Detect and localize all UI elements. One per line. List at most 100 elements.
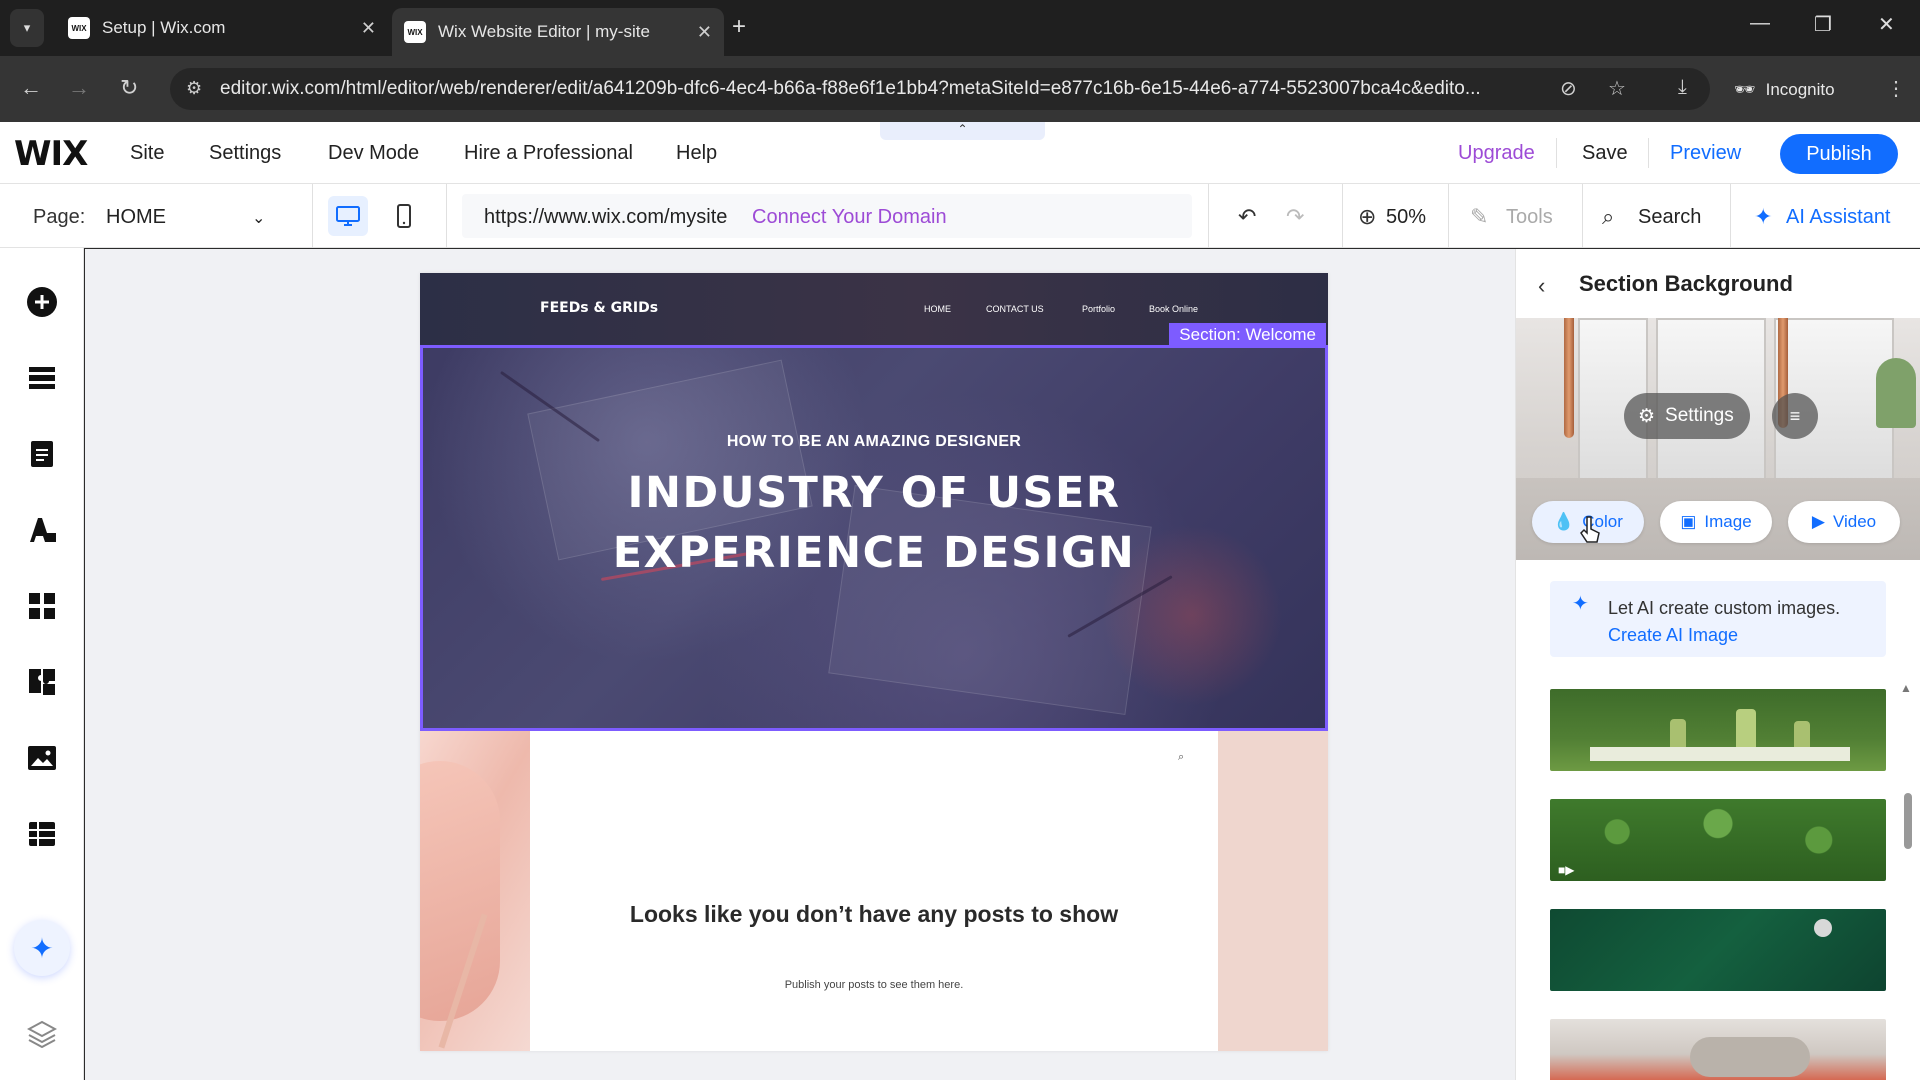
minimize-icon[interactable]: — — [1750, 12, 1770, 35]
more-vertical-icon[interactable]: ⋮ — [1886, 76, 1906, 101]
site-nav-home[interactable]: HOME — [924, 304, 951, 314]
ai-assistant-button[interactable]: AI Assistant — [1786, 206, 1891, 229]
publish-button[interactable]: Publish — [1780, 134, 1898, 174]
preview-button[interactable]: Preview — [1670, 142, 1741, 165]
image-icon: ▣ — [1680, 512, 1697, 531]
collapse-bar-chevron-up-icon[interactable]: ⌃ — [880, 122, 1045, 140]
site-nav-contact[interactable]: CONTACT US — [986, 304, 1044, 314]
section-selection-outline — [420, 345, 1328, 731]
incognito-badge[interactable]: 🕶 Incognito — [1720, 72, 1849, 108]
media-icon[interactable] — [22, 738, 62, 778]
browser-tab-editor[interactable]: WIX Wix Website Editor | my-site ✕ — [392, 8, 724, 56]
menu-site[interactable]: Site — [130, 142, 164, 165]
incognito-label: Incognito — [1765, 80, 1835, 99]
save-button[interactable]: Save — [1582, 142, 1628, 165]
blog-section[interactable]: ⌕ Looks like you don’t have any posts to… — [420, 731, 1328, 1051]
blog-empty-subtitle: Publish your posts to see them here. — [784, 979, 964, 991]
video-icon: ▶ — [1811, 512, 1825, 531]
business-apps-icon[interactable] — [22, 662, 62, 702]
close-window-icon[interactable]: ✕ — [1878, 12, 1895, 37]
section-background-panel: ‹ Section Background ⚙ Settings ≡ 💧 Colo… — [1515, 249, 1920, 1080]
back-chevron-icon[interactable]: ‹ — [1538, 273, 1545, 299]
sections-icon[interactable] — [22, 358, 62, 398]
star-icon[interactable]: ☆ — [1608, 76, 1626, 101]
decor-chair-image — [420, 731, 530, 1051]
undo-icon[interactable]: ↶ — [1238, 204, 1256, 230]
close-icon[interactable]: ✕ — [361, 18, 376, 39]
apps-icon[interactable] — [22, 586, 62, 626]
gear-icon: ⚙ — [1638, 405, 1656, 427]
new-tab-plus-icon[interactable]: + — [732, 13, 746, 41]
background-settings-button[interactable]: ⚙ Settings — [1624, 393, 1750, 439]
video-camera-icon: ■▶ — [1558, 863, 1575, 877]
search-icon[interactable]: ⌕ — [1178, 751, 1184, 764]
tab-search-button[interactable]: ▾ — [10, 9, 44, 47]
scroll-up-arrow-icon[interactable]: ▲ — [1900, 681, 1912, 695]
search-icon[interactable]: ⌕ — [1602, 204, 1614, 230]
page-selector-value[interactable]: HOME — [106, 206, 166, 229]
tab-title: Setup | Wix.com — [102, 18, 226, 37]
drop-icon: 💧 — [1553, 512, 1575, 531]
divider — [1730, 184, 1731, 248]
search-button[interactable]: Search — [1638, 206, 1701, 229]
forward-arrow-icon[interactable]: → — [68, 75, 90, 101]
page-label: Page: — [33, 206, 86, 228]
background-thumbnail[interactable] — [1550, 689, 1886, 771]
layers-icon[interactable] — [22, 1014, 62, 1054]
divider — [1342, 184, 1343, 248]
menu-hire-professional[interactable]: Hire a Professional — [464, 142, 633, 165]
create-ai-image-link[interactable]: Create AI Image — [1608, 625, 1738, 645]
preview-copper-pipe — [1564, 318, 1574, 438]
url-field[interactable]: ⚙ editor.wix.com/html/editor/web/rendere… — [170, 68, 1710, 110]
adjust-sliders-icon[interactable]: ≡ — [1772, 393, 1818, 439]
settings-label: Settings — [1665, 405, 1734, 426]
ai-promo-text: Let AI create custom images. Create AI I… — [1608, 595, 1878, 649]
design-icon[interactable] — [22, 510, 62, 550]
editor-canvas[interactable]: FEEDs & GRIDs HOME CONTACT US Portfolio … — [85, 249, 1515, 1080]
browser-tab-setup[interactable]: WIX Setup | Wix.com ✕ — [56, 8, 388, 48]
background-thumbnail[interactable] — [1550, 1019, 1886, 1080]
close-icon[interactable]: ✕ — [697, 22, 712, 43]
cms-icon[interactable] — [22, 814, 62, 854]
zoom-level[interactable]: 50% — [1386, 206, 1426, 229]
download-icon[interactable]: ⤓ — [1678, 76, 1687, 99]
site-nav-book-online[interactable]: Book Online — [1149, 304, 1198, 314]
eye-off-icon[interactable]: ⊘ — [1560, 76, 1577, 101]
redo-icon[interactable]: ↷ — [1286, 204, 1304, 230]
restore-icon[interactable]: ❐ — [1814, 12, 1832, 37]
tab-title: Wix Website Editor | my-site — [438, 22, 650, 41]
ai-sparkle-button[interactable]: ✦ — [14, 920, 70, 976]
back-arrow-icon[interactable]: ← — [20, 75, 42, 101]
pages-icon[interactable] — [22, 434, 62, 474]
divider — [1208, 184, 1209, 248]
video-thumbnail[interactable]: ■▶ — [1550, 799, 1886, 881]
menu-dev-mode[interactable]: Dev Mode — [328, 142, 419, 165]
menu-help[interactable]: Help — [676, 142, 717, 165]
site-nav-portfolio[interactable]: Portfolio — [1082, 304, 1115, 314]
wix-logo[interactable]: WIX — [14, 134, 88, 174]
upgrade-link[interactable]: Upgrade — [1458, 142, 1535, 165]
panel-scrollbar[interactable] — [1904, 793, 1912, 849]
tools-button[interactable]: Tools — [1506, 206, 1553, 229]
background-image-button[interactable]: ▣ Image — [1660, 501, 1772, 543]
connect-domain-link[interactable]: Connect Your Domain — [752, 206, 947, 229]
desktop-view-icon[interactable] — [328, 196, 368, 236]
background-video-button[interactable]: ▶ Video — [1788, 501, 1900, 543]
site-logo[interactable]: FEEDs & GRIDs — [540, 300, 658, 316]
background-thumbnail[interactable] — [1550, 909, 1886, 991]
video-label: Video — [1832, 512, 1877, 531]
thumb-shelf — [1590, 747, 1850, 761]
divider — [1448, 184, 1449, 248]
url-text: editor.wix.com/html/editor/web/renderer/… — [220, 78, 1481, 99]
reload-icon[interactable]: ↻ — [120, 75, 138, 101]
site-url-text: https://www.wix.com/mysite — [484, 206, 728, 228]
menu-settings[interactable]: Settings — [209, 142, 281, 165]
site-info-icon[interactable]: ⚙ — [186, 78, 202, 99]
tools-icon[interactable]: ✎ — [1470, 204, 1488, 230]
chevron-down-icon[interactable]: ⌄ — [252, 208, 265, 228]
add-elements-icon[interactable] — [22, 282, 62, 322]
zoom-icon[interactable]: ⊕ — [1358, 204, 1376, 230]
mobile-view-icon[interactable] — [384, 196, 424, 236]
section-label[interactable]: Section: Welcome — [1169, 323, 1326, 348]
incognito-icon: 🕶 — [1734, 80, 1756, 99]
